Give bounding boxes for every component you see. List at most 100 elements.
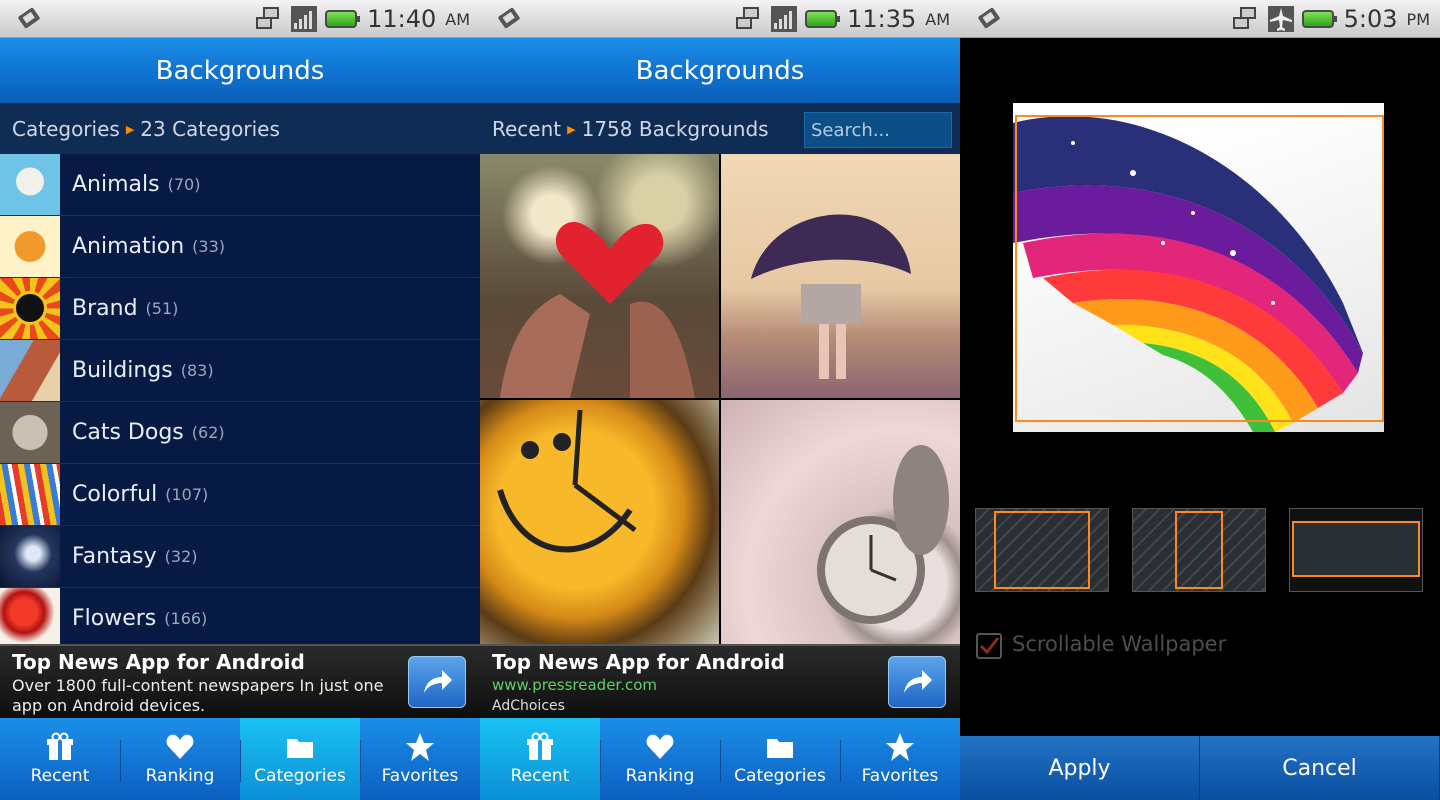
category-count: (83) [180, 361, 214, 380]
usb-debug-icon [498, 7, 520, 29]
category-row[interactable]: Buildings (83) [0, 340, 480, 402]
status-bar: 11:35 AM [480, 0, 960, 38]
category-row[interactable]: Animals (70) [0, 154, 480, 216]
category-thumbnail [0, 402, 60, 463]
category-row[interactable]: Flowers (166) [0, 588, 480, 650]
category-count: (70) [167, 175, 201, 194]
clock-time: 11:40 [367, 5, 437, 33]
tab-favorites[interactable]: Favorites [840, 718, 960, 800]
search-input[interactable] [804, 112, 952, 148]
category-count: (107) [165, 485, 209, 504]
category-thumbnail [0, 464, 60, 525]
ad-url[interactable]: www.pressreader.com [492, 676, 657, 694]
battery-icon [325, 10, 361, 28]
ad-banner[interactable]: Top News App for Android Over 1800 full-… [0, 644, 480, 718]
scrollable-checkbox[interactable] [976, 633, 1002, 659]
category-thumbnail [0, 526, 60, 587]
mode-crop-left[interactable] [975, 508, 1109, 592]
mode-crop-full[interactable] [1289, 508, 1423, 592]
tab-categories[interactable]: Categories [240, 718, 360, 800]
tab-label: Ranking [625, 766, 695, 786]
category-row[interactable]: Colorful (107) [0, 464, 480, 526]
battery-icon [1301, 10, 1337, 28]
signal-icon [291, 6, 318, 32]
crop-wallpaper-screen: 5:03 PM Scrollable Wallpaper Apply Cancel [960, 0, 1440, 800]
category-name: Animation [72, 234, 185, 259]
gift-icon [527, 732, 553, 760]
category-row[interactable]: Brand (51) [0, 278, 480, 340]
tab-label: Ranking [145, 766, 215, 786]
wallpaper-tile-heart[interactable] [480, 154, 719, 398]
ad-title: Top News App for Android [492, 650, 785, 674]
airplane-mode-icon [1267, 6, 1294, 32]
star-icon [886, 733, 914, 761]
tab-recent[interactable]: Recent [480, 718, 600, 800]
tab-label: Favorites [381, 766, 459, 786]
tab-label: Favorites [861, 766, 939, 786]
star-icon [406, 733, 434, 761]
breadcrumb-section[interactable]: Categories [12, 117, 120, 141]
battery-icon [805, 10, 841, 28]
tab-favorites[interactable]: Favorites [360, 718, 480, 800]
status-bar: 11:40 AM [0, 0, 480, 38]
category-name: Cats Dogs [72, 420, 184, 445]
ad-open-button[interactable] [408, 656, 466, 708]
clock-ampm: PM [1406, 9, 1430, 29]
wallpaper-tile-umbrella[interactable] [721, 154, 960, 398]
category-thumbnail [0, 154, 60, 215]
breadcrumb: Categories ▶ 23 Categories [0, 104, 480, 154]
ad-title: Top News App for Android [12, 650, 305, 674]
category-row[interactable]: Fantasy (32) [0, 526, 480, 588]
heart-photo-icon [500, 222, 695, 398]
tab-ranking[interactable]: Ranking [120, 718, 240, 800]
wallpaper-tile-pocketwatch[interactable] [721, 400, 960, 644]
clock-ampm: AM [925, 9, 950, 29]
chevron-right-icon: ▶ [125, 123, 135, 136]
umbrella-photo-icon [751, 214, 911, 379]
tab-recent[interactable]: Recent [0, 718, 120, 800]
category-list[interactable]: Animals (70) Animation (33) Brand (51) B… [0, 154, 480, 650]
usb-debug-icon [978, 7, 1000, 29]
tab-ranking[interactable]: Ranking [600, 718, 720, 800]
breadcrumb-detail: 23 Categories [140, 117, 280, 141]
category-count: (33) [192, 237, 226, 256]
mode-crop-center[interactable] [1132, 508, 1266, 592]
ad-open-button[interactable] [888, 656, 946, 708]
breadcrumb: Recent ▶ 1758 Backgrounds [480, 104, 960, 154]
category-row[interactable]: Animation (33) [0, 216, 480, 278]
scrollable-wallpaper-label: Scrollable Wallpaper [1012, 632, 1227, 656]
ad-banner[interactable]: Top News App for Android www.pressreader… [480, 644, 960, 718]
network-icon [256, 7, 280, 29]
signal-icon [771, 6, 798, 32]
breadcrumb-section[interactable]: Recent [492, 117, 561, 141]
clock-photo-icon [497, 409, 637, 553]
wallpaper-tile-clock[interactable] [480, 400, 719, 644]
tab-categories[interactable]: Categories [720, 718, 840, 800]
tab-label: Categories [254, 766, 346, 786]
categories-screen: 11:40 AM Backgrounds Categories ▶ 23 Catego… [0, 0, 480, 800]
tab-label: Recent [30, 766, 90, 786]
chevron-right-icon: ▶ [567, 123, 576, 136]
page-title: Backgrounds [0, 38, 480, 104]
apply-button[interactable]: Apply [960, 736, 1200, 800]
category-count: (32) [164, 547, 198, 566]
recent-screen: 11:35 AM Backgrounds Recent ▶ 1758 Backgrou… [480, 0, 960, 800]
ad-text: Over 1800 full-content newspapers In jus… [12, 676, 384, 715]
wallpaper-grid [480, 154, 960, 644]
crop-frame[interactable] [1015, 115, 1384, 422]
heart-icon [166, 734, 194, 759]
ad-choices[interactable]: AdChoices [492, 698, 565, 714]
gift-icon [47, 732, 73, 760]
share-arrow-icon [904, 670, 932, 693]
pocketwatch-photo-icon [817, 445, 949, 624]
tab-label: Recent [510, 766, 570, 786]
page-title: Backgrounds [480, 38, 960, 104]
category-thumbnail [0, 588, 60, 649]
checkmark-icon [979, 637, 1000, 655]
tab-bar: Recent Ranking Categories Favorites [0, 718, 480, 800]
breadcrumb-detail: 1758 Backgrounds [581, 117, 769, 141]
category-row[interactable]: Cats Dogs (62) [0, 402, 480, 464]
cancel-button[interactable]: Cancel [1200, 736, 1440, 800]
category-name: Flowers [72, 606, 157, 631]
category-name: Buildings [72, 358, 173, 383]
